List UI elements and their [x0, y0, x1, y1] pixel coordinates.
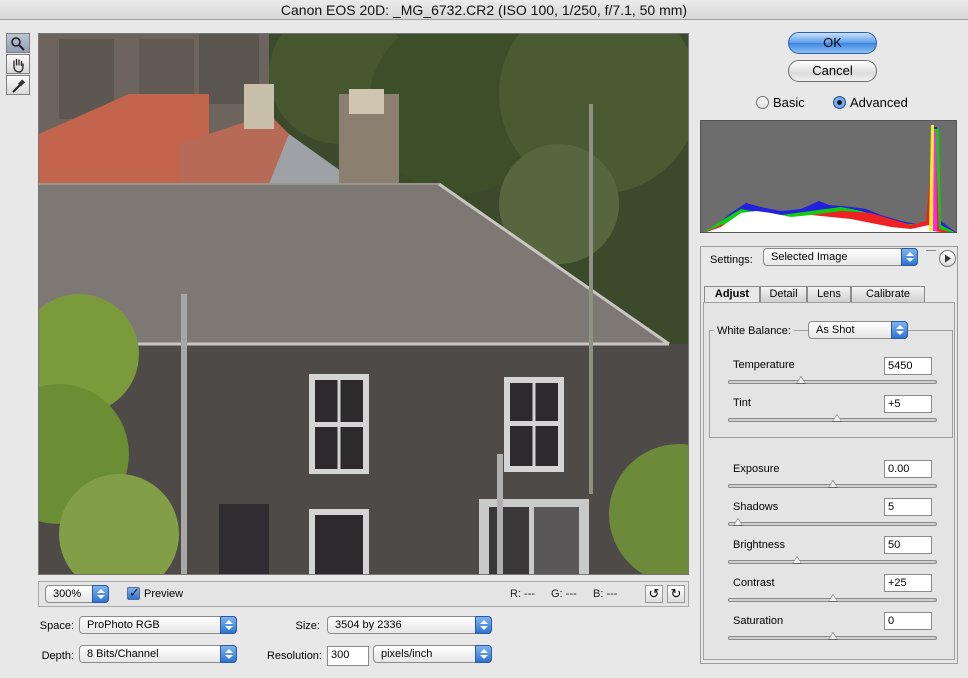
rotate-left-icon: ↺: [648, 586, 660, 601]
settings-value: Selected Image: [771, 251, 848, 263]
shadows-label: Shadows: [733, 501, 779, 513]
settings-select[interactable]: Selected Image: [763, 248, 918, 266]
basic-radio[interactable]: [756, 96, 769, 109]
saturation-input[interactable]: 0: [884, 612, 932, 630]
shadows-input[interactable]: 5: [884, 498, 932, 516]
chevron-updown-icon: [901, 248, 918, 266]
space-value: ProPhoto RGB: [87, 619, 160, 631]
preview-checkbox[interactable]: [127, 585, 140, 601]
temperature-slider-track[interactable]: [728, 380, 937, 384]
photo-preview: [39, 34, 688, 574]
zoom-level-value: 300%: [53, 588, 82, 600]
settings-label: Settings:: [710, 254, 753, 266]
green-readout: G: ---: [551, 588, 577, 600]
histogram: [700, 120, 957, 233]
size-label: Size:: [295, 620, 320, 632]
hand-icon: [13, 58, 24, 73]
brightness-slider-thumb[interactable]: [791, 556, 802, 564]
chevron-updown-icon: [220, 616, 237, 634]
resolution-unit-value: pixels/inch: [381, 648, 433, 660]
blue-readout: B: ---: [593, 588, 618, 600]
tint-input[interactable]: +5: [884, 395, 932, 413]
depth-label: Depth:: [41, 650, 74, 662]
shadows-slider-thumb[interactable]: [733, 518, 744, 526]
tab-calibrate[interactable]: Calibrate: [851, 286, 925, 303]
rotate-right-icon: ↻: [670, 586, 682, 601]
zoom-icon: [11, 37, 25, 51]
tab-adjust[interactable]: Adjust: [704, 286, 760, 303]
depth-value: 8 Bits/Channel: [87, 648, 159, 660]
rotate-left-button[interactable]: ↺: [645, 585, 663, 603]
white-balance-select[interactable]: As Shot: [808, 321, 908, 339]
resolution-input[interactable]: 300: [327, 646, 369, 666]
contrast-label: Contrast: [733, 577, 775, 589]
temperature-label: Temperature: [733, 359, 795, 371]
tab-detail[interactable]: Detail: [760, 286, 807, 303]
image-preview[interactable]: [38, 33, 689, 575]
chevron-updown-icon: [220, 645, 237, 663]
tint-label: Tint: [733, 397, 751, 409]
histogram-graph: [701, 121, 956, 232]
saturation-label: Saturation: [733, 615, 784, 627]
resolution-unit-select[interactable]: pixels/inch: [373, 645, 492, 663]
white-balance-value: As Shot: [816, 324, 855, 336]
chevron-updown-icon: [475, 616, 492, 634]
white-balance-eyedropper-icon: [12, 79, 26, 93]
preview-label: Preview: [144, 588, 184, 600]
exposure-slider-thumb[interactable]: [827, 480, 838, 488]
ok-button[interactable]: OK: [788, 32, 877, 54]
tab-lens[interactable]: Lens: [807, 286, 851, 303]
exposure-input[interactable]: 0.00: [884, 460, 932, 478]
advanced-radio[interactable]: [833, 96, 846, 109]
temperature-slider-thumb[interactable]: [796, 376, 807, 384]
white-balance-label: White Balance:: [714, 324, 794, 338]
tint-slider-thumb[interactable]: [831, 414, 842, 422]
chevron-updown-icon: [92, 585, 109, 603]
brightness-label: Brightness: [733, 539, 785, 551]
brightness-input[interactable]: 50: [884, 536, 932, 554]
rotate-right-button[interactable]: ↻: [667, 585, 685, 603]
basic-label: Basic: [773, 95, 805, 110]
size-value: 3504 by 2336: [335, 619, 402, 631]
settings-menu-button[interactable]: [939, 250, 956, 267]
cancel-button[interactable]: Cancel: [788, 60, 877, 82]
hand-tool-button[interactable]: [6, 54, 30, 74]
window-title: Canon EOS 20D: _MG_6732.CR2 (ISO 100, 1/…: [0, 0, 968, 20]
zoom-level-select[interactable]: 300%: [45, 585, 109, 603]
brightness-slider-track[interactable]: [728, 560, 937, 564]
depth-select[interactable]: 8 Bits/Channel: [79, 645, 237, 663]
contrast-slider-thumb[interactable]: [827, 594, 838, 602]
play-triangle-icon: [945, 254, 951, 263]
zoom-tool-button[interactable]: [6, 33, 30, 53]
exposure-label: Exposure: [733, 463, 780, 475]
space-select[interactable]: ProPhoto RGB: [79, 616, 237, 634]
advanced-label: Advanced: [850, 95, 908, 110]
chevron-updown-icon: [891, 321, 908, 339]
red-readout: R: ---: [510, 588, 536, 600]
space-label: Space:: [39, 620, 74, 632]
chevron-updown-icon: [475, 645, 492, 663]
temperature-input[interactable]: 5450: [884, 357, 932, 375]
size-select[interactable]: 3504 by 2336: [327, 616, 492, 634]
saturation-slider-thumb[interactable]: [827, 632, 838, 640]
contrast-input[interactable]: +25: [884, 574, 932, 592]
white-balance-tool-button[interactable]: [6, 75, 30, 95]
shadows-slider-track[interactable]: [728, 522, 937, 526]
resolution-label: Resolution:: [266, 650, 322, 662]
